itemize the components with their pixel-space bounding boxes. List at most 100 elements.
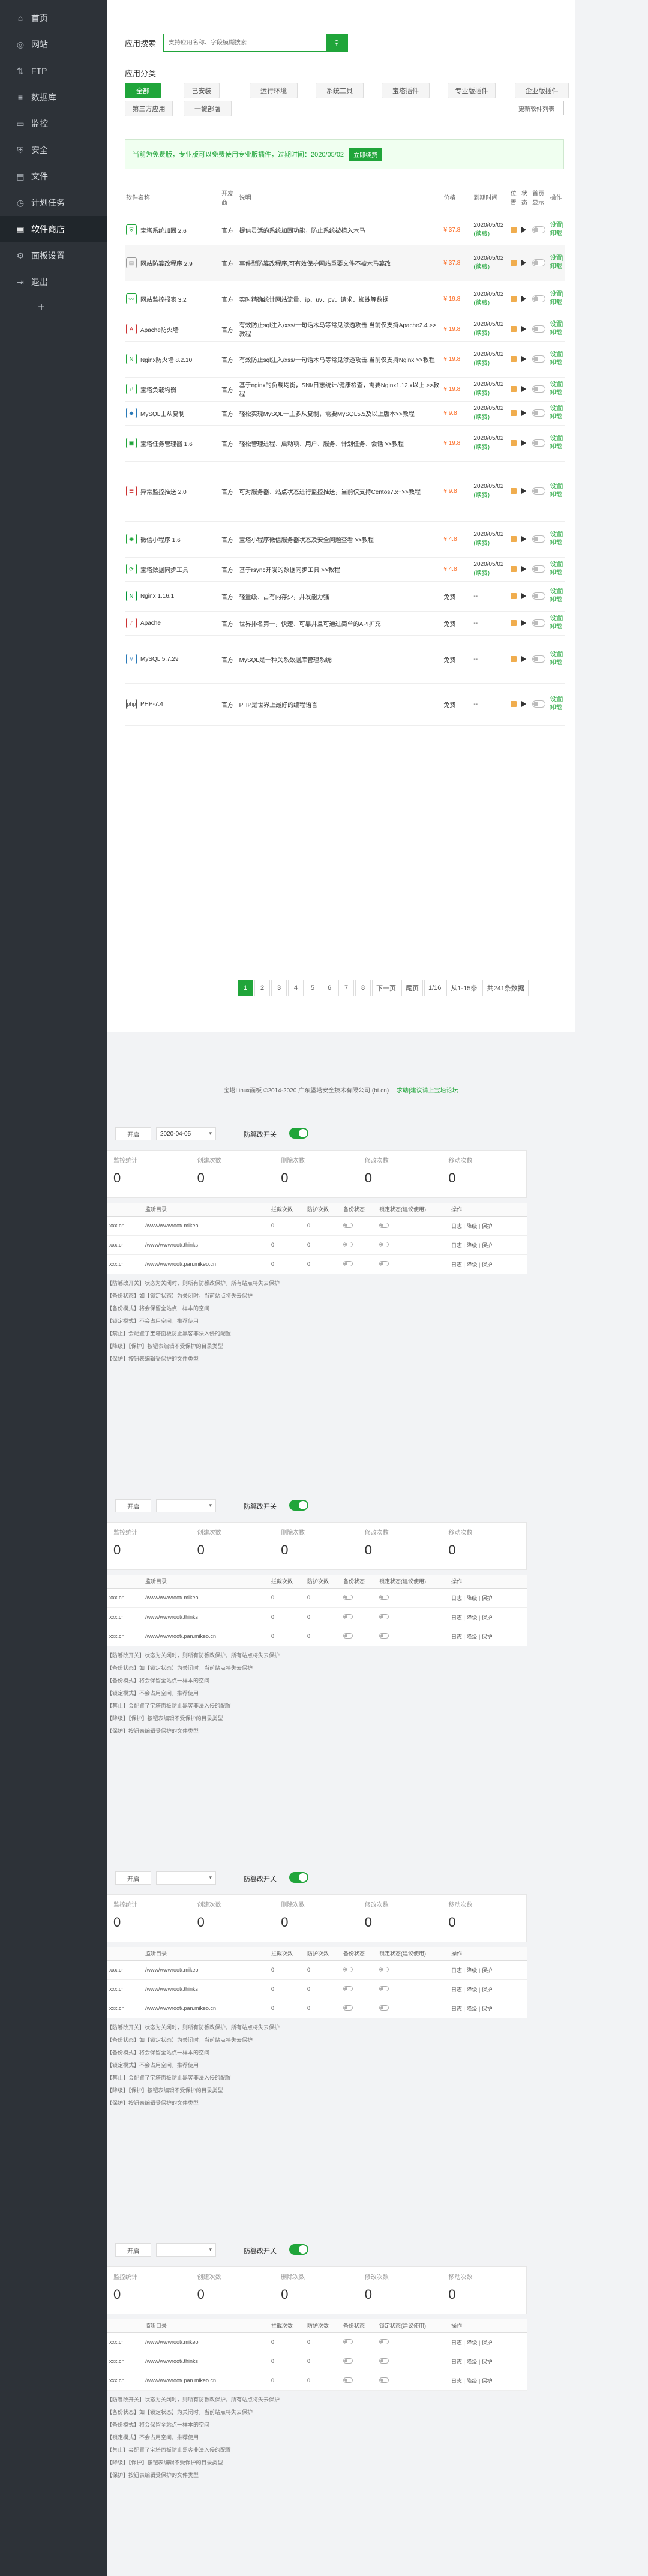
backup-toggle[interactable] [343,2005,353,2011]
category-tab[interactable]: 企业版插件 [515,83,569,98]
page-button[interactable]: 1 [238,980,253,996]
renew-link[interactable]: (续费) [473,538,508,547]
lock-toggle[interactable] [379,1966,389,1972]
lock-toggle[interactable] [379,1633,389,1639]
page-button[interactable]: 4 [288,980,304,996]
sidebar-item-3[interactable]: ≡ 数据库 [0,84,107,110]
renew-link[interactable]: (续费) [473,328,508,337]
app-operations[interactable]: 设置|卸载 [548,377,565,402]
page-button[interactable]: 2 [254,980,270,996]
home-display-toggle[interactable] [532,700,546,708]
category-tab[interactable]: 已安装 [184,83,220,98]
app-operations[interactable]: 设置|卸载 [548,581,565,612]
category-tab[interactable]: 一键部署 [184,101,232,116]
home-display-toggle[interactable] [532,535,546,543]
renew-link[interactable]: (续费) [473,229,508,238]
play-icon[interactable] [521,326,526,332]
home-display-toggle[interactable] [532,226,546,233]
app-operations[interactable]: 设置|卸载 [548,635,565,684]
renew-button[interactable]: 立即续费 [349,148,383,161]
row-operations[interactable]: 日志 | 降级 | 保护 [449,1999,527,2018]
folder-icon[interactable] [510,227,517,233]
backup-toggle[interactable] [343,2338,353,2344]
row-operations[interactable]: 日志 | 降级 | 保护 [449,1607,527,1627]
lock-toggle[interactable] [379,2005,389,2011]
row-operations[interactable]: 日志 | 降级 | 保护 [449,2352,527,2371]
renew-link[interactable]: (续费) [473,568,508,577]
backup-toggle[interactable] [343,1222,353,1228]
play-icon[interactable] [521,410,526,416]
app-operations[interactable]: 设置|卸载 [548,317,565,342]
lock-toggle[interactable] [379,1260,389,1266]
search-button[interactable]: ⚲ [326,34,347,51]
play-icon[interactable] [521,566,526,572]
category-tab[interactable]: 全部 [125,83,161,98]
folder-icon[interactable] [510,356,517,362]
sidebar-item-6[interactable]: ▤ 文件 [0,163,107,190]
forum-link[interactable]: 求助|建议请上宝塔论坛 [397,1088,458,1094]
enable-button[interactable]: 开启 [115,1499,151,1512]
protect-switch[interactable] [289,1128,308,1139]
play-icon[interactable] [521,260,526,266]
renew-link[interactable]: (续费) [473,298,508,307]
play-icon[interactable] [521,296,526,302]
row-operations[interactable]: 日志 | 降级 | 保护 [449,1627,527,1646]
play-icon[interactable] [521,536,526,542]
page-button[interactable]: 6 [322,980,337,996]
home-display-toggle[interactable] [532,259,546,266]
play-icon[interactable] [521,488,526,494]
sidebar-item-9[interactable]: ⚙ 面板设置 [0,242,107,269]
row-operations[interactable]: 日志 | 降级 | 保护 [449,1235,527,1255]
sidebar-item-10[interactable]: ⇥ 退出 [0,269,107,295]
backup-toggle[interactable] [343,1966,353,1972]
home-display-toggle[interactable] [532,325,546,333]
renew-link[interactable]: (续费) [473,442,508,451]
sidebar-item-2[interactable]: ⇅ FTP [0,58,107,84]
protect-switch[interactable] [289,1872,308,1883]
renew-link[interactable]: (续费) [473,490,508,499]
home-display-toggle[interactable] [532,295,546,302]
folder-icon[interactable] [510,536,517,542]
app-operations[interactable]: 设置|卸载 [548,683,565,726]
folder-icon[interactable] [510,566,517,572]
row-operations[interactable]: 日志 | 降级 | 保护 [449,2332,527,2352]
lock-toggle[interactable] [379,1222,389,1228]
backup-toggle[interactable] [343,1260,353,1266]
home-display-toggle[interactable] [532,487,546,495]
folder-icon[interactable] [510,593,517,599]
app-operations[interactable]: 设置|卸载 [548,281,565,317]
app-operations[interactable]: 设置|卸载 [548,401,565,426]
play-icon[interactable] [521,227,526,233]
protect-switch[interactable] [289,1500,308,1511]
row-operations[interactable]: 日志 | 降级 | 保护 [449,1979,527,1999]
sidebar-item-0[interactable]: ⌂ 首页 [0,5,107,31]
row-operations[interactable]: 日志 | 降级 | 保护 [449,1588,527,1608]
folder-icon[interactable] [510,410,517,416]
row-operations[interactable]: 日志 | 降级 | 保护 [449,1216,527,1236]
sidebar-item-8[interactable]: ▦ 软件商店 [0,216,107,242]
lock-toggle[interactable] [379,2358,389,2364]
page-button[interactable]: 7 [338,980,354,996]
enable-button[interactable]: 开启 [115,2243,151,2257]
play-icon[interactable] [521,620,526,626]
home-display-toggle[interactable] [532,409,546,417]
sidebar-item-4[interactable]: ▭ 监控 [0,110,107,137]
folder-icon[interactable] [510,488,517,494]
app-operations[interactable]: 设置|卸载 [548,245,565,281]
backup-toggle[interactable] [343,1241,353,1247]
lock-toggle[interactable] [379,1594,389,1600]
category-tab[interactable]: 专业版插件 [448,83,496,98]
date-select[interactable]: 2020-04-05 ▾ [156,1127,216,1140]
date-select[interactable]: ▾ [156,2243,216,2257]
home-display-toggle[interactable] [532,619,546,627]
category-tab[interactable]: 系统工具 [316,83,364,98]
play-icon[interactable] [521,701,526,707]
play-icon[interactable] [521,593,526,599]
folder-icon[interactable] [510,656,517,662]
category-tab[interactable]: 运行环境 [250,83,298,98]
lock-toggle[interactable] [379,1241,389,1247]
play-icon[interactable] [521,356,526,362]
backup-toggle[interactable] [343,1985,353,1991]
date-select[interactable]: ▾ [156,1499,216,1512]
home-display-toggle[interactable] [532,592,546,600]
